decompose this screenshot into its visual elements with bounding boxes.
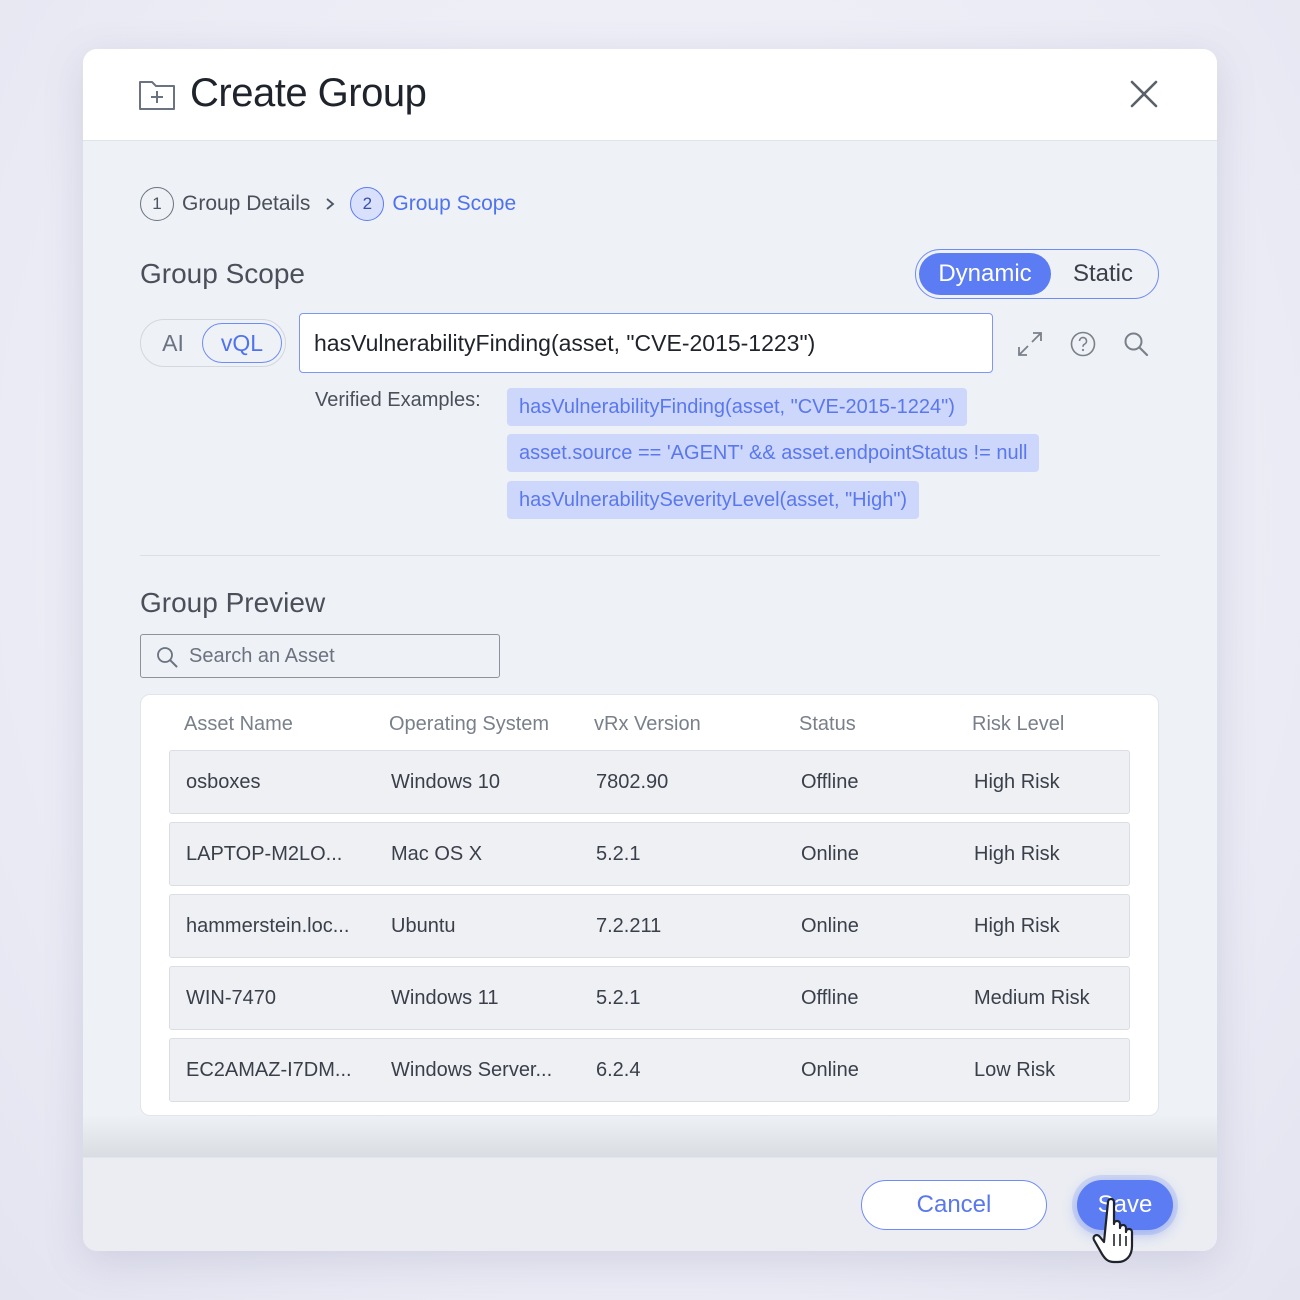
help-icon[interactable]: [1069, 330, 1097, 358]
example-chip[interactable]: asset.source == 'AGENT' && asset.endpoin…: [507, 434, 1040, 472]
chevron-right-icon: [326, 198, 335, 210]
example-chip[interactable]: hasVulnerabilitySeverityLevel(asset, "Hi…: [507, 481, 920, 519]
table-header: Asset Name Operating System vRx Version …: [141, 695, 1160, 751]
section-divider: [140, 555, 1160, 556]
cell-operating-system: Windows Server...: [391, 1059, 553, 1081]
dialog-footer: Cancel Save: [83, 1157, 1217, 1251]
cell-status: Offline: [801, 771, 859, 793]
scope-mode-toggle: Dynamic Static: [915, 249, 1159, 299]
cell-risk-level: High Risk: [974, 843, 1060, 865]
stepper: 1 Group Details 2 Group Scope: [140, 186, 516, 222]
search-icon: [157, 647, 178, 668]
example-chip[interactable]: hasVulnerabilityFinding(asset, "CVE-2015…: [507, 388, 967, 426]
cell-vrx-version: 6.2.4: [596, 1059, 641, 1081]
expand-icon[interactable]: [1016, 330, 1044, 358]
table-row[interactable]: WIN-7470 Windows 11 5.2.1 Offline Medium…: [169, 966, 1130, 1030]
folder-plus-icon: [139, 81, 175, 110]
step-label-group-details[interactable]: Group Details: [182, 192, 310, 216]
lang-vql-option[interactable]: vQL: [202, 323, 282, 363]
table-row[interactable]: osboxes Windows 10 7802.90 Offline High …: [169, 750, 1130, 814]
save-button[interactable]: Save: [1077, 1180, 1173, 1230]
cell-risk-level: High Risk: [974, 771, 1060, 793]
step-label-group-scope[interactable]: Group Scope: [392, 192, 516, 216]
column-header-risk-level[interactable]: Risk Level: [972, 713, 1064, 736]
asset-preview-table: Asset Name Operating System vRx Version …: [140, 694, 1159, 1116]
verified-examples-label: Verified Examples:: [315, 389, 481, 411]
cell-asset-name: EC2AMAZ-I7DM...: [186, 1059, 352, 1081]
column-header-asset-name[interactable]: Asset Name: [184, 713, 293, 736]
cell-vrx-version: 7.2.211: [596, 915, 662, 937]
query-language-toggle: AI vQL: [140, 319, 286, 367]
cell-risk-level: High Risk: [974, 915, 1060, 937]
column-header-operating-system[interactable]: Operating System: [389, 713, 549, 736]
mode-dynamic-option[interactable]: Dynamic: [919, 253, 1051, 295]
cell-status: Online: [801, 915, 859, 937]
cell-vrx-version: 7802.90: [596, 771, 669, 793]
cell-operating-system: Ubuntu: [391, 915, 456, 937]
table-row[interactable]: LAPTOP-M2LO... Mac OS X 5.2.1 Online Hig…: [169, 822, 1130, 886]
cell-operating-system: Windows 11: [391, 987, 499, 1009]
dialog-header: Create Group: [83, 49, 1217, 141]
step-number-2[interactable]: 2: [350, 187, 385, 221]
create-group-dialog: Create Group 1 Group Details 2 Group Sco…: [83, 49, 1217, 1251]
cell-asset-name: osboxes: [186, 771, 261, 793]
cancel-button[interactable]: Cancel: [861, 1180, 1047, 1230]
query-input[interactable]: [299, 313, 993, 373]
column-header-status[interactable]: Status: [799, 713, 856, 736]
cell-risk-level: Low Risk: [974, 1059, 1056, 1081]
column-header-vrx-version[interactable]: vRx Version: [594, 713, 701, 736]
cell-asset-name: WIN-7470: [186, 987, 277, 1009]
cell-operating-system: Windows 10: [391, 771, 500, 793]
scroll-shadow: [83, 1115, 1217, 1157]
cell-vrx-version: 5.2.1: [596, 843, 641, 865]
cell-vrx-version: 5.2.1: [596, 987, 641, 1009]
dialog-title: Create Group: [190, 71, 427, 115]
asset-search-box: [140, 634, 500, 678]
lang-ai-option[interactable]: AI: [144, 323, 202, 363]
cell-status: Online: [801, 843, 859, 865]
cell-asset-name: LAPTOP-M2LO...: [186, 843, 343, 865]
asset-search-input[interactable]: [189, 639, 489, 673]
cell-status: Offline: [801, 987, 859, 1009]
cell-operating-system: Mac OS X: [391, 843, 483, 865]
group-preview-heading: Group Preview: [140, 587, 326, 618]
step-number-1[interactable]: 1: [140, 187, 174, 221]
cell-asset-name: hammerstein.loc...: [186, 915, 350, 937]
search-icon[interactable]: [1122, 330, 1150, 358]
cell-status: Online: [801, 1059, 859, 1081]
table-row[interactable]: EC2AMAZ-I7DM... Windows Server... 6.2.4 …: [169, 1038, 1130, 1102]
group-scope-heading: Group Scope: [140, 258, 305, 289]
cell-risk-level: Medium Risk: [974, 987, 1090, 1009]
close-icon[interactable]: [1127, 77, 1161, 111]
table-row[interactable]: hammerstein.loc... Ubuntu 7.2.211 Online…: [169, 894, 1130, 958]
mode-static-option[interactable]: Static: [1051, 253, 1155, 295]
